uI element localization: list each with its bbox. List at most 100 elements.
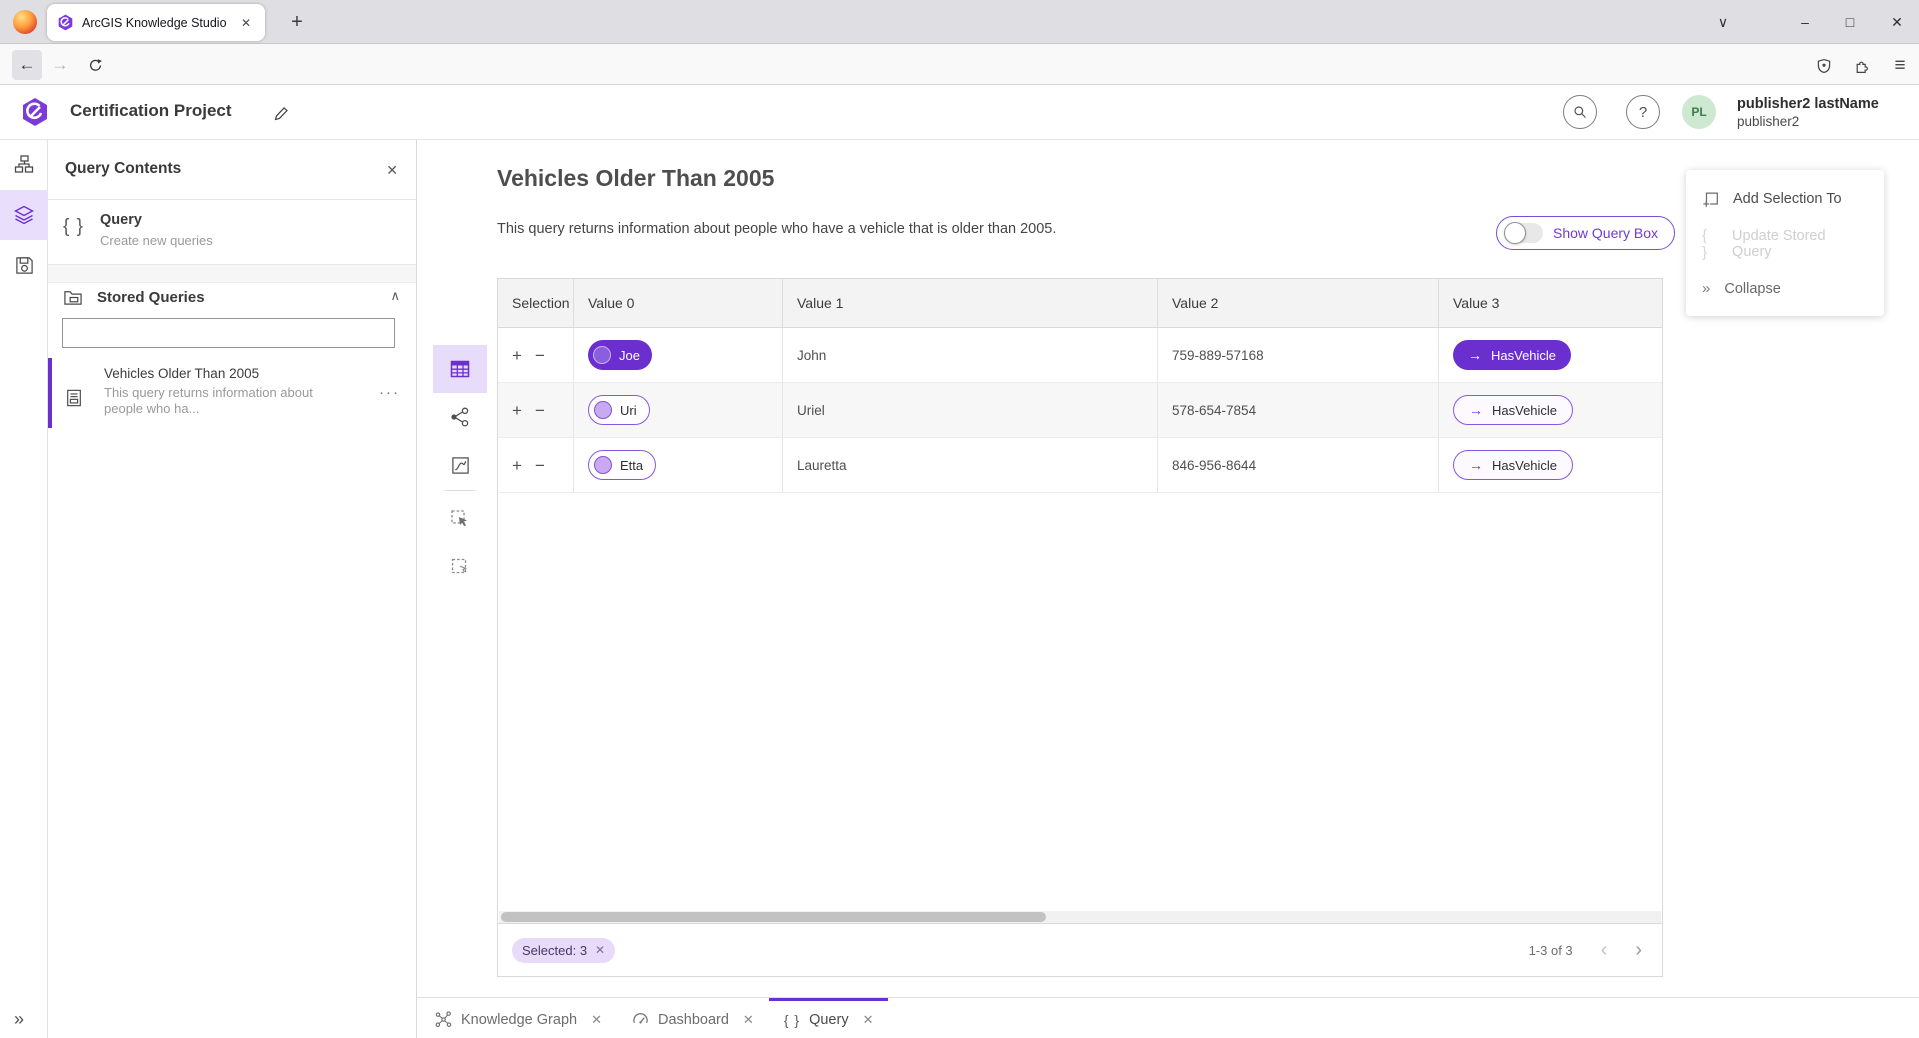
tab-query[interactable]: { } Query ✕ bbox=[769, 998, 889, 1038]
stored-query-desc-line1: This query returns information about bbox=[104, 385, 313, 400]
table-row[interactable]: + − Uri Uriel 578-654-7854 →HasVehicle bbox=[498, 383, 1662, 438]
arcgis-knowledge-logo bbox=[20, 97, 50, 127]
window-close-button[interactable]: ✕ bbox=[1879, 5, 1915, 39]
value2-cell: 846-956-8644 bbox=[1158, 438, 1439, 492]
link-chart-view-button[interactable] bbox=[433, 393, 487, 441]
toggle-switch[interactable] bbox=[1505, 223, 1543, 243]
knowledge-graph-icon bbox=[435, 1011, 452, 1028]
menu-item-label: Collapse bbox=[1724, 281, 1780, 297]
remove-from-selection-button[interactable]: − bbox=[535, 457, 545, 474]
expand-rail-button[interactable]: » bbox=[8, 1007, 30, 1032]
header-search-button[interactable] bbox=[1563, 95, 1597, 129]
relationship-pill[interactable]: →HasVehicle bbox=[1453, 395, 1573, 425]
menu-item-add-selection-to[interactable]: Add Selection To bbox=[1686, 176, 1884, 221]
firefox-logo-icon[interactable] bbox=[13, 10, 37, 34]
tab-label: Dashboard bbox=[658, 1012, 729, 1028]
table-view-button[interactable] bbox=[433, 345, 487, 393]
window-maximize-button[interactable]: □ bbox=[1832, 5, 1868, 39]
add-to-selection-button[interactable]: + bbox=[512, 347, 522, 364]
previous-page-button[interactable]: ‹ bbox=[1601, 940, 1608, 960]
marquee-select-button[interactable] bbox=[433, 543, 487, 591]
relationship-cell: →HasVehicle bbox=[1439, 383, 1662, 437]
tab-close-icon[interactable]: ✕ bbox=[591, 1012, 602, 1028]
user-name[interactable]: publisher2 lastName bbox=[1737, 96, 1879, 112]
help-button[interactable]: ? bbox=[1626, 95, 1660, 129]
reload-button[interactable] bbox=[80, 50, 110, 80]
add-selection-icon bbox=[1702, 190, 1720, 208]
stored-query-item[interactable]: Vehicles Older Than 2005 This query retu… bbox=[48, 358, 416, 428]
forward-button[interactable]: → bbox=[45, 50, 75, 80]
query-description: This query returns information about peo… bbox=[497, 221, 1056, 237]
pocket-shield-icon[interactable] bbox=[1810, 52, 1838, 80]
query-create-item[interactable]: { } Query Create new queries bbox=[48, 200, 416, 265]
app-menu-icon[interactable]: ≡ bbox=[1886, 52, 1914, 80]
stored-queries-search-wrap bbox=[48, 313, 416, 353]
stored-query-overflow-menu[interactable]: ··· bbox=[379, 384, 400, 401]
panel-close-icon[interactable]: ✕ bbox=[384, 160, 400, 181]
window-minimize-button[interactable]: – bbox=[1787, 5, 1823, 39]
arrow-icon: → bbox=[1468, 347, 1482, 363]
panel-separator bbox=[48, 265, 416, 283]
new-tab-button[interactable]: + bbox=[283, 8, 311, 36]
browser-window: ArcGIS Knowledge Studio ✕ + ∨ – □ ✕ ← → … bbox=[0, 0, 1919, 1038]
tab-close-icon[interactable]: ✕ bbox=[237, 14, 255, 32]
rail-data-model-button[interactable] bbox=[0, 140, 48, 190]
remove-from-selection-button[interactable]: − bbox=[535, 402, 545, 419]
table-row[interactable]: + − Etta Lauretta 846-956-8644 →HasVehic… bbox=[498, 438, 1662, 493]
horizontal-scrollbar[interactable] bbox=[499, 911, 1661, 923]
selection-cell: + − bbox=[498, 383, 574, 437]
edit-project-title-button[interactable] bbox=[268, 100, 294, 126]
collapse-section-icon[interactable]: ∧ bbox=[390, 288, 400, 304]
clear-selection-icon[interactable]: ✕ bbox=[595, 943, 605, 957]
query-results-table: Selection Value 0 Value 1 Value 2 Value … bbox=[497, 278, 1663, 977]
stored-queries-search-input[interactable] bbox=[62, 318, 395, 348]
add-to-selection-button[interactable]: + bbox=[512, 457, 522, 474]
rail-save-button[interactable] bbox=[0, 240, 48, 290]
column-header-value0[interactable]: Value 0 bbox=[574, 279, 783, 327]
column-header-selection[interactable]: Selection bbox=[498, 279, 574, 327]
query-options-menu: Add Selection To { } Update Stored Query… bbox=[1686, 170, 1884, 316]
entity-pill[interactable]: Uri bbox=[588, 395, 650, 425]
browser-tab[interactable]: ArcGIS Knowledge Studio ✕ bbox=[47, 4, 265, 41]
pagination-range: 1-3 of 3 bbox=[1529, 943, 1573, 958]
table-row[interactable]: + − Joe John 759-889-57168 →HasVehicle bbox=[498, 328, 1662, 383]
column-header-value3[interactable]: Value 3 bbox=[1439, 279, 1662, 327]
entity-dot-icon bbox=[594, 401, 612, 419]
rail-contents-button[interactable] bbox=[0, 190, 48, 240]
user-role: publisher2 bbox=[1737, 114, 1799, 129]
stored-queries-section-header[interactable]: Stored Queries ∧ bbox=[48, 283, 416, 313]
entity-pill[interactable]: Etta bbox=[588, 450, 656, 480]
menu-item-update-stored-query[interactable]: { } Update Stored Query bbox=[1686, 221, 1884, 266]
tab-close-icon[interactable]: ✕ bbox=[743, 1012, 754, 1028]
selected-count-chip[interactable]: Selected: 3 ✕ bbox=[512, 938, 615, 963]
show-query-box-toggle[interactable]: Show Query Box bbox=[1496, 216, 1675, 250]
tab-knowledge-graph[interactable]: Knowledge Graph ✕ bbox=[420, 998, 617, 1038]
column-header-value1[interactable]: Value 1 bbox=[783, 279, 1158, 327]
relationship-cell: →HasVehicle bbox=[1439, 438, 1662, 492]
user-avatar[interactable]: PL bbox=[1682, 95, 1716, 129]
scrollbar-thumb[interactable] bbox=[501, 912, 1046, 922]
remove-from-selection-button[interactable]: − bbox=[535, 347, 545, 364]
entity-cell: Etta bbox=[574, 438, 783, 492]
add-to-selection-button[interactable]: + bbox=[512, 402, 522, 419]
view-toolbar bbox=[433, 345, 487, 591]
pencil-icon bbox=[273, 105, 290, 122]
back-button[interactable]: ← bbox=[12, 50, 42, 80]
page-title: Vehicles Older Than 2005 bbox=[497, 165, 774, 192]
relationship-label: HasVehicle bbox=[1491, 348, 1556, 363]
column-header-value2[interactable]: Value 2 bbox=[1158, 279, 1439, 327]
tab-list-caret-icon[interactable]: ∨ bbox=[1705, 5, 1741, 39]
tab-dashboard[interactable]: Dashboard ✕ bbox=[617, 998, 769, 1038]
relationship-pill[interactable]: → HasVehicle bbox=[1453, 340, 1571, 370]
chart-view-button[interactable] bbox=[433, 441, 487, 489]
menu-item-collapse[interactable]: » Collapse bbox=[1686, 266, 1884, 311]
extensions-puzzle-icon[interactable] bbox=[1848, 52, 1876, 80]
braces-icon: { } bbox=[63, 216, 84, 238]
query-contents-panel: Query Contents ✕ { } Query Create new qu… bbox=[48, 140, 417, 1038]
relationship-pill[interactable]: →HasVehicle bbox=[1453, 450, 1573, 480]
select-features-button[interactable] bbox=[433, 495, 487, 543]
menu-item-label: Update Stored Query bbox=[1732, 228, 1868, 260]
entity-pill[interactable]: Joe bbox=[588, 340, 652, 370]
tab-close-icon[interactable]: ✕ bbox=[863, 1012, 874, 1028]
next-page-button[interactable]: › bbox=[1635, 940, 1642, 960]
